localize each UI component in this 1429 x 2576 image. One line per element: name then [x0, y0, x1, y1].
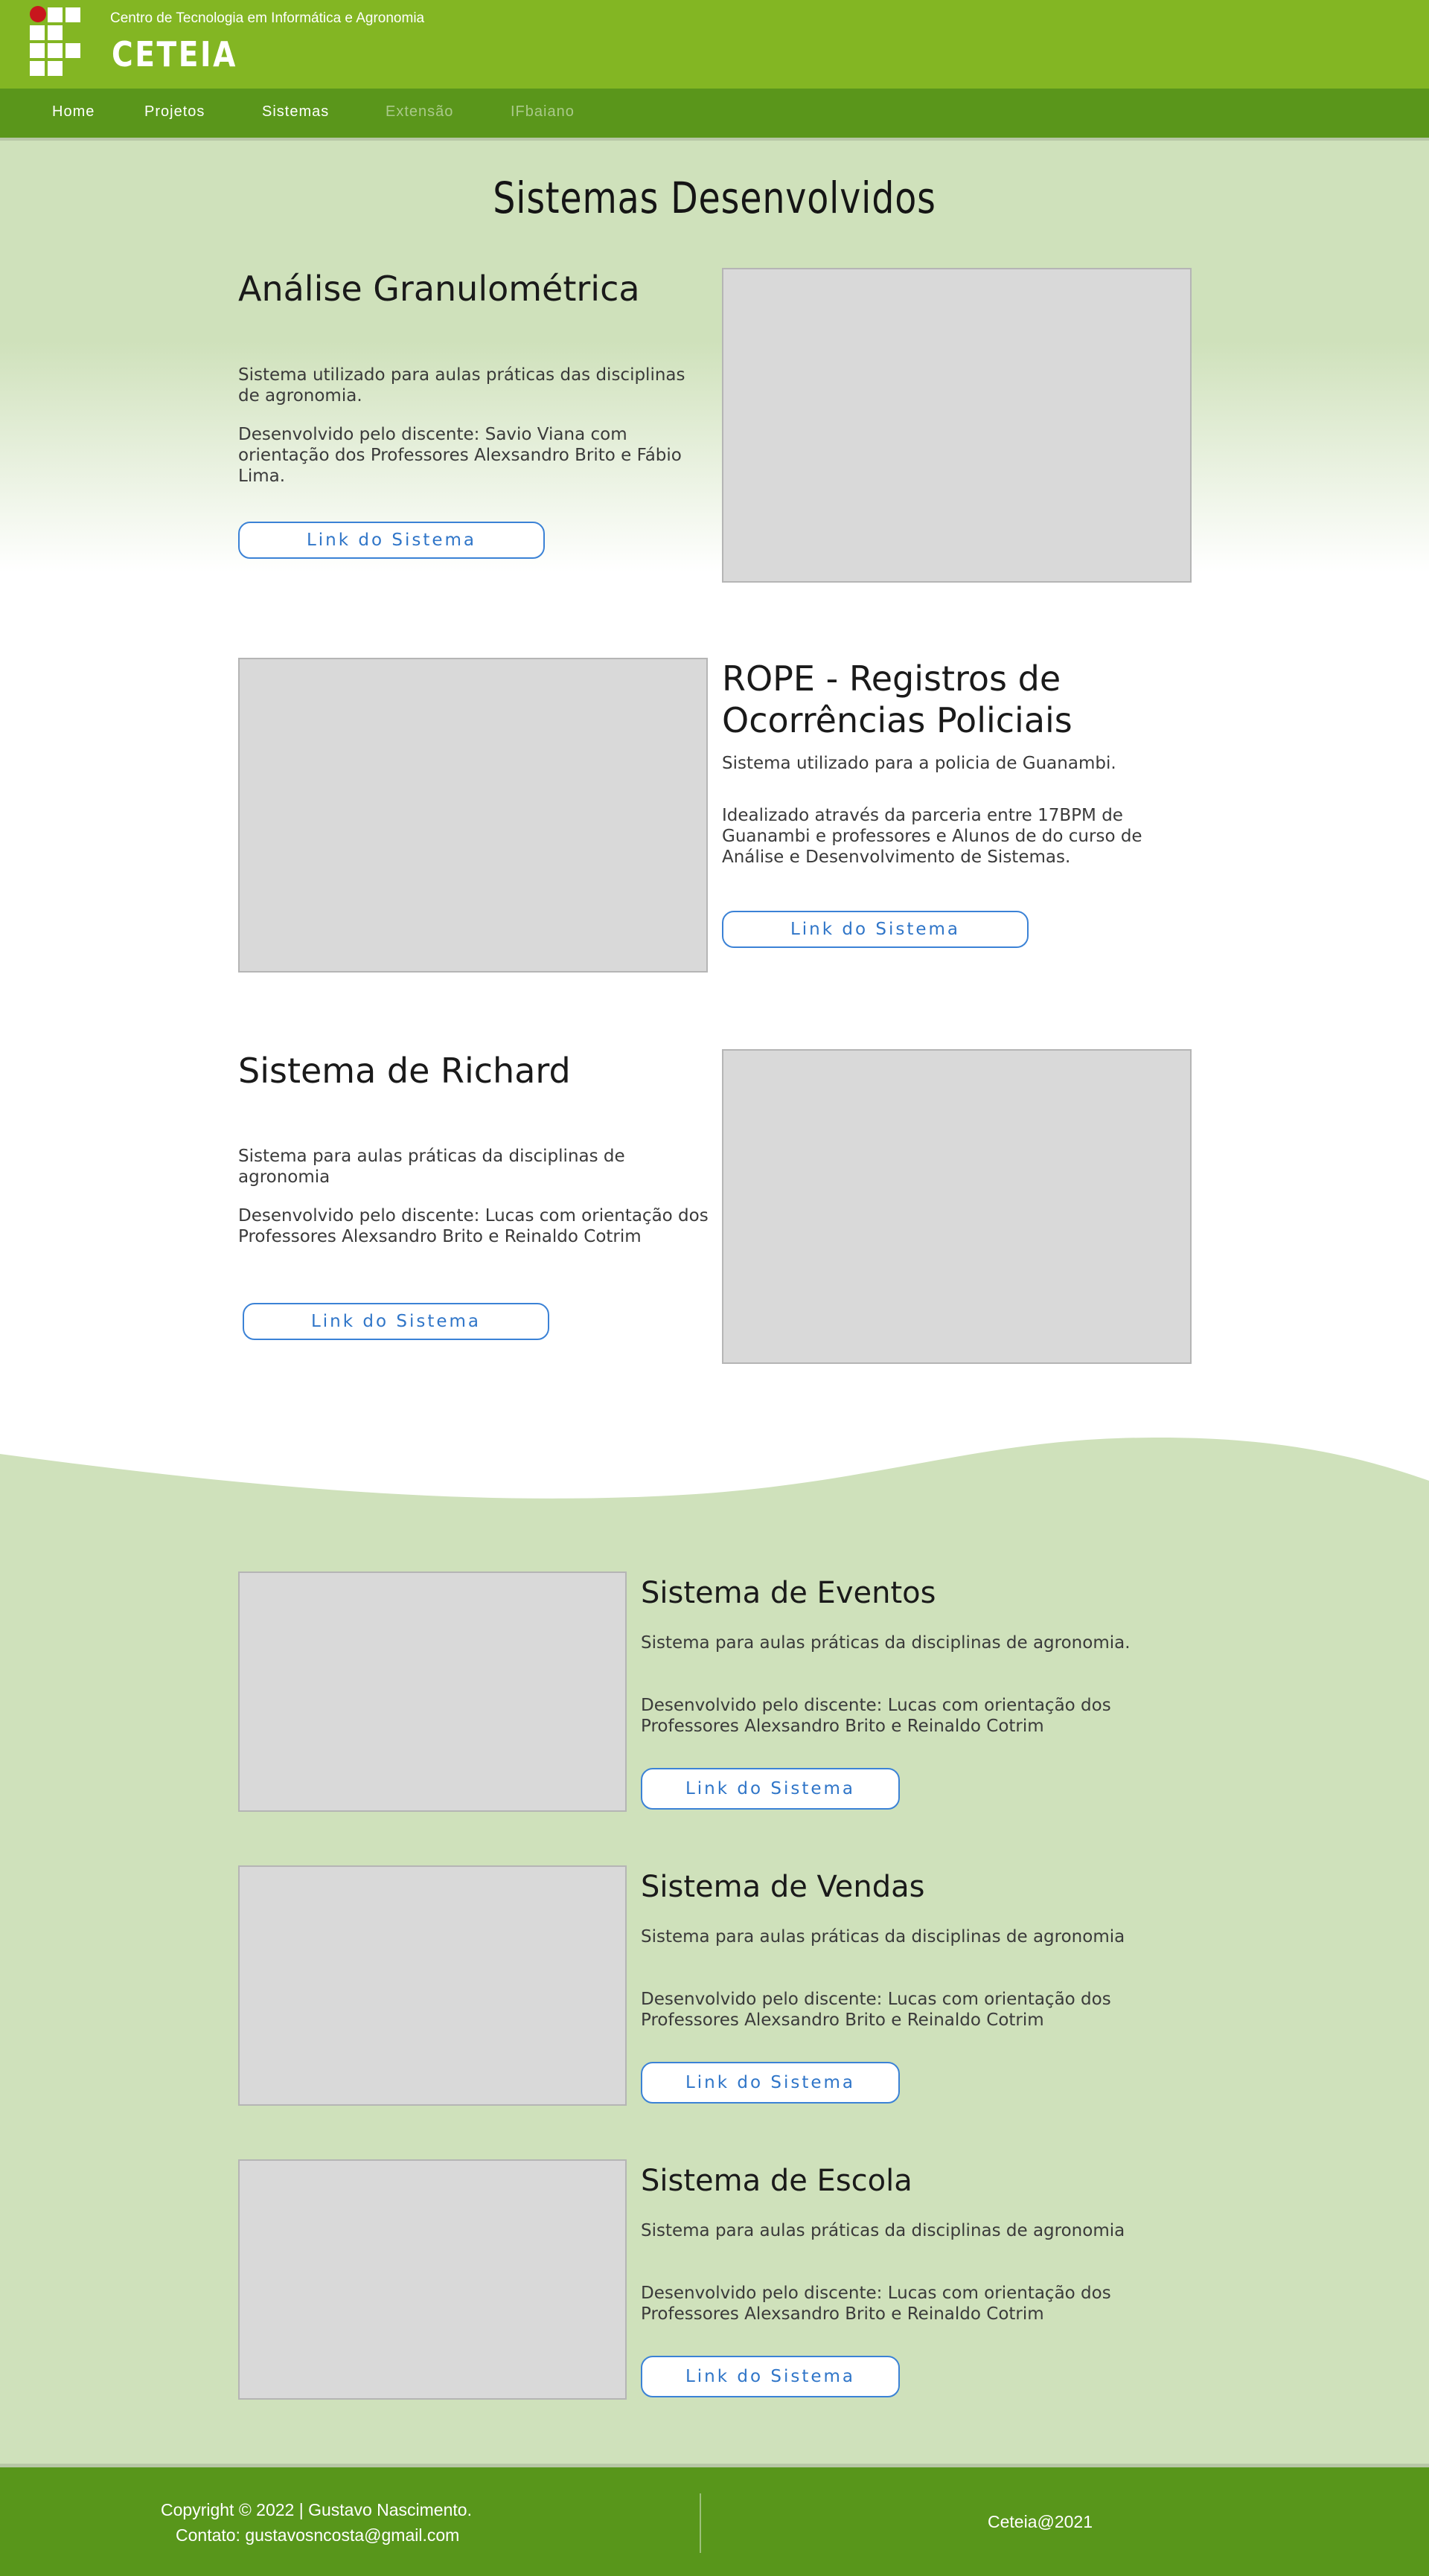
- system-description: Sistema utilizado para a policia de Guan…: [722, 754, 1116, 773]
- system-description: Sistema para aulas práticas da disciplin…: [641, 1927, 1125, 1947]
- nav-item-ifbaiano[interactable]: IFbaiano: [511, 103, 575, 121]
- nav-item-home[interactable]: Home: [52, 103, 95, 121]
- system-credits: Desenvolvido pelo discente: Lucas com or…: [641, 1696, 1111, 1736]
- ifbaiano-logo-icon[interactable]: [30, 6, 82, 77]
- system-credits: Desenvolvido pelo discente: Lucas com or…: [238, 1206, 709, 1246]
- system-image-placeholder: [238, 2159, 627, 2400]
- footer-divider: [700, 2493, 701, 2553]
- main-nav: Home Projetos Sistemas Extensão IFbaiano: [0, 89, 1429, 141]
- system-image-placeholder: [238, 1571, 627, 1812]
- footer-contact: Contato: gustavosncosta@gmail.com: [176, 2525, 460, 2545]
- system-link-button[interactable]: Link do Sistema: [722, 911, 1029, 948]
- system-link-button[interactable]: Link do Sistema: [238, 522, 545, 559]
- system-description: Sistema para aulas práticas da disciplin…: [641, 2221, 1125, 2240]
- system-credits: Desenvolvido pelo discente: Savio Viana …: [238, 425, 682, 486]
- site-subtitle: Centro de Tecnologia em Informática e Ag…: [110, 10, 425, 26]
- system-image-placeholder: [238, 1865, 627, 2106]
- system-description: Sistema utilizado para aulas práticas da…: [238, 365, 685, 406]
- system-title: Análise Granulométrica: [238, 269, 640, 309]
- system-link-button[interactable]: Link do Sistema: [243, 1303, 549, 1340]
- system-description: Sistema para aulas práticas da disciplin…: [238, 1147, 625, 1187]
- wave-divider: [0, 1437, 1429, 1518]
- system-title: Sistema de Escola: [641, 2164, 912, 2198]
- system-link-button[interactable]: Link do Sistema: [641, 2062, 900, 2104]
- system-link-button[interactable]: Link do Sistema: [641, 1768, 900, 1810]
- site-footer: Copyright © 2022 | Gustavo Nascimento. C…: [0, 2464, 1429, 2576]
- system-credits: Desenvolvido pelo discente: Lucas com or…: [641, 1990, 1111, 2030]
- footer-copyright: Copyright © 2022 | Gustavo Nascimento.: [161, 2500, 472, 2519]
- footer-right-text: Ceteia@2021: [988, 2512, 1093, 2531]
- system-image-placeholder: [722, 1049, 1192, 1364]
- logo-red-dot: [30, 6, 46, 22]
- page-title: Sistemas Desenvolvidos: [493, 173, 936, 223]
- system-title: Sistema de Eventos: [641, 1576, 936, 1610]
- system-description: Sistema para aulas práticas da disciplin…: [641, 1633, 1131, 1653]
- system-link-button[interactable]: Link do Sistema: [641, 2356, 900, 2397]
- site-brand[interactable]: CETEIA: [112, 34, 237, 74]
- system-credits: Desenvolvido pelo discente: Lucas com or…: [641, 2284, 1111, 2324]
- system-image-placeholder: [722, 268, 1192, 583]
- nav-item-projetos[interactable]: Projetos: [144, 103, 205, 121]
- system-title: ROPE - Registros de Ocorrências Policiai…: [722, 659, 1072, 740]
- system-credits: Idealizado através da parceria entre 17B…: [722, 806, 1142, 867]
- system-title: Sistema de Vendas: [641, 1870, 925, 1904]
- system-title: Sistema de Richard: [238, 1051, 571, 1091]
- nav-item-extensao[interactable]: Extensão: [386, 103, 453, 121]
- nav-item-sistemas[interactable]: Sistemas: [262, 103, 329, 121]
- site-header: Centro de Tecnologia em Informática e Ag…: [0, 0, 1429, 89]
- system-image-placeholder: [238, 658, 708, 973]
